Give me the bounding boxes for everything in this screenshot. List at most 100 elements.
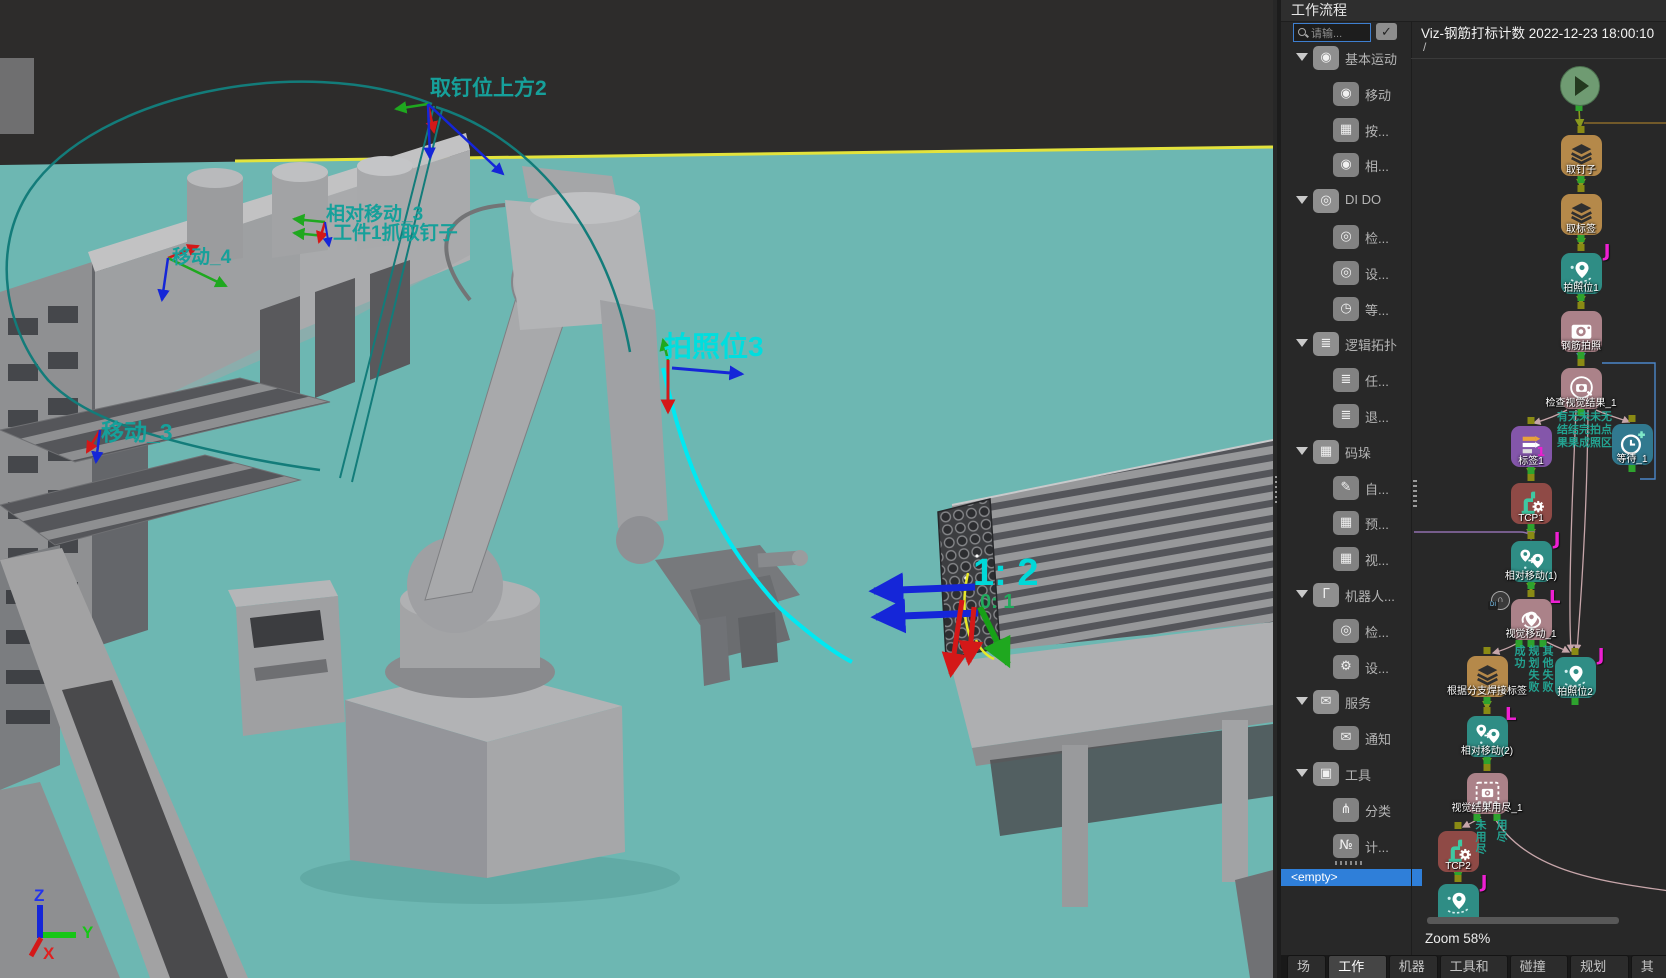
palette-item-3-1[interactable]: ▦预... (1281, 509, 1411, 539)
palette-group-4[interactable]: Γ机器人... (1281, 581, 1411, 611)
tab-工作流程[interactable]: 工作流程 (1328, 955, 1387, 978)
search-checkbox[interactable]: ✓ (1376, 23, 1397, 40)
graph-node-取钉子[interactable]: 取钉子 (1561, 135, 1602, 176)
collapse-triangle-icon[interactable] (1296, 196, 1308, 204)
node-type-badge: J (1554, 529, 1561, 550)
palette-item-5-0[interactable]: ✉ 通知 (1281, 724, 1411, 754)
start-node-play-button[interactable] (1560, 66, 1600, 106)
collapse-triangle-icon[interactable] (1296, 339, 1308, 347)
graph-node-n16[interactable]: J (1438, 884, 1479, 918)
palette-item-0-0[interactable]: ◉移动 (1281, 80, 1411, 110)
palette-label: 视... (1365, 550, 1389, 569)
palette-label: 码垛 (1345, 443, 1371, 462)
palette-resize-handle[interactable] (1335, 861, 1363, 865)
palette-label: 等... (1365, 300, 1389, 319)
palette-empty-item[interactable]: <empty> (1281, 869, 1422, 886)
graph-node-视觉移动_1[interactable]: L视觉移动_1 (1511, 599, 1552, 640)
search-placeholder: 请输... (1311, 25, 1342, 41)
graph-node-TCP1[interactable]: TCP1 (1511, 483, 1552, 524)
chat-icon: ✉ (1313, 690, 1339, 714)
search-input[interactable]: 请输... (1293, 23, 1371, 42)
layers-icon: ≣ (1313, 332, 1339, 356)
graph-node-钢筋拍照[interactable]: 钢筋拍照 (1561, 311, 1602, 352)
collapse-triangle-icon[interactable] (1296, 53, 1308, 61)
tab-工具和工件[interactable]: 工具和工件 (1440, 955, 1508, 978)
graph-node-检查视觉结果_1[interactable]: 检查视觉结果_1 (1561, 368, 1602, 409)
graph-node-视觉结果用尽_1[interactable]: 视觉结果用尽_1 (1467, 773, 1508, 814)
search-icon (1298, 28, 1307, 37)
node-label: 检查视觉结果_1 (1545, 394, 1616, 409)
graph-node-相对移动(2)[interactable]: L相对移动(2) (1467, 716, 1508, 757)
graph-annotation: 有无未未无 结结完拍点 果果成照区 (1557, 411, 1609, 450)
branch-label: 成功 (1513, 645, 1525, 669)
tab-碰撞检测[interactable]: 碰撞检测 (1510, 955, 1569, 978)
palette-label: DI DO (1345, 192, 1381, 207)
axis-z-label: Z (34, 886, 44, 905)
pin-pair-icon: ◉ (1333, 153, 1359, 177)
palette-item-2-1[interactable]: ≣退... (1281, 402, 1411, 432)
graph-horizontal-scrollbar[interactable] (1427, 917, 1619, 924)
node-label: 视觉移动_1 (1505, 625, 1556, 640)
workflow-graph-canvas[interactable]: 取钉子 取标签J拍照位1 钢筋拍照 检查视觉结果_1 1标签1 等待_1 TCP… (1411, 58, 1666, 917)
node-type-badge: L (1549, 587, 1560, 608)
palette-item-4-0[interactable]: ◎检... (1281, 617, 1411, 647)
palette-item-0-2[interactable]: ◉相... (1281, 151, 1411, 181)
palette-group-5[interactable]: ✉服务 (1281, 688, 1411, 718)
graph-node-等待_1[interactable]: 等待_1 (1612, 424, 1653, 465)
tab-场景[interactable]: 场景 (1287, 955, 1326, 978)
palette-item-0-1[interactable]: ▦按... (1281, 116, 1411, 146)
palette-item-4-1[interactable]: ⚙设... (1281, 653, 1411, 683)
workflow-panel: 工作流程 请输... ✓ ◉ 基本运动 ◉移动 ▦按... ◉相... ◎ DI DO ◎检.… (1277, 0, 1666, 978)
palette-item-6-1[interactable]: №计... (1281, 832, 1411, 860)
tab-机器人[interactable]: 机器人 (1389, 955, 1438, 978)
collapse-triangle-icon[interactable] (1296, 590, 1308, 598)
collapse-triangle-icon[interactable] (1296, 769, 1308, 777)
palette-group-1[interactable]: ◎ DI DO (1281, 187, 1411, 217)
graph-node-拍照位1[interactable]: J拍照位1 (1561, 253, 1602, 294)
graph-node-TCP2[interactable]: TCP2 (1438, 831, 1479, 872)
node-palette: ◉ 基本运动 ◉移动 ▦按... ◉相... ◎ DI DO ◎检... ◎设... ◷等... ≣… (1281, 42, 1411, 860)
palette-label: 按... (1365, 121, 1389, 140)
palette-item-3-0[interactable]: ✎自... (1281, 474, 1411, 504)
branch-label: 规划失败 (1527, 645, 1539, 693)
branch-label: 用尽 (1495, 819, 1507, 843)
palette-item-1-1[interactable]: ◎设... (1281, 259, 1411, 289)
tab-规划历史[interactable]: 规划历史 (1570, 955, 1629, 978)
palette-item-1-2[interactable]: ◷等... (1281, 295, 1411, 325)
branch-label: 未用尽 (1474, 819, 1486, 855)
tab-其他[interactable]: 其他 (1631, 955, 1666, 978)
palette-group-0[interactable]: ◉ 基本运动 (1281, 44, 1411, 74)
palette-item-1-0[interactable]: ◎检... (1281, 223, 1411, 253)
palette-label: 退... (1365, 407, 1389, 426)
graph-node-标签1[interactable]: 1标签1 (1511, 426, 1552, 467)
pin-icon: ◉ (1313, 46, 1339, 70)
graph-node-相对移动(1)[interactable]: J相对移动(1) (1511, 541, 1552, 582)
3d-viewport[interactable]: 取钉位上方2 相对移动_3 工件1抓取钉子 移动_4 移动_3 拍照位3 1: … (0, 0, 1273, 978)
node-label: 拍照位1 (1563, 279, 1599, 294)
node-label: 根据分支焊接标签 (1447, 682, 1527, 697)
palette-label: 机器人... (1345, 586, 1395, 605)
palette-item-6-0[interactable]: ⋔分类 (1281, 796, 1411, 826)
graph-node-根据分支焊接标签[interactable]: 根据分支焊接标签 (1467, 656, 1508, 697)
node-label: 标签1 (1518, 452, 1544, 467)
graph-node-取标签[interactable]: 取标签 (1561, 194, 1602, 235)
palette-group-3[interactable]: ▦码垛 (1281, 438, 1411, 468)
toolbox-icon: ▣ (1313, 762, 1339, 786)
palette-item-2-0[interactable]: ≣任... (1281, 366, 1411, 396)
palette-group-2[interactable]: ≣逻辑拓扑 (1281, 330, 1411, 360)
palette-item-3-2[interactable]: ▦视... (1281, 545, 1411, 575)
collapse-triangle-icon[interactable] (1296, 697, 1308, 705)
label-move4: 移动_4 (172, 245, 232, 268)
palette-label: 设... (1365, 264, 1389, 283)
palette-label: 自... (1365, 479, 1389, 498)
palette-label: 基本运动 (1345, 49, 1397, 68)
palette-group-6[interactable]: ▣工具 (1281, 760, 1411, 790)
chat-icon: ✉ (1333, 726, 1359, 750)
breakpoint-badge: ∩DI (1491, 591, 1510, 610)
collapse-triangle-icon[interactable] (1296, 447, 1308, 455)
ring-icon: ◎ (1313, 189, 1339, 213)
bg-box (0, 58, 34, 134)
graph-node-拍照位2[interactable]: J拍照位2 (1555, 657, 1596, 698)
graph-breadcrumb[interactable]: / (1423, 40, 1426, 54)
palette-label: 通知 (1365, 729, 1391, 748)
